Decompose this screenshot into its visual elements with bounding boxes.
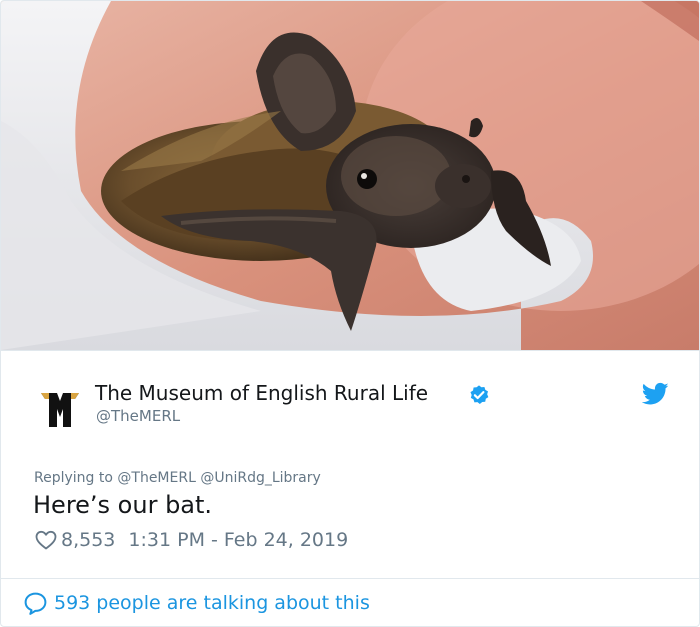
author-handle[interactable]: @TheMERL <box>96 405 180 427</box>
photo-divider <box>1 350 699 351</box>
timestamp[interactable]: 1:31 PM - Feb 24, 2019 <box>128 529 348 551</box>
like-count[interactable]: 8,553 <box>61 529 115 551</box>
tweet-card: The Museum of English Rural Life @TheMER… <box>0 0 700 627</box>
twitter-bird-icon[interactable] <box>642 382 669 406</box>
bat-photo <box>1 1 699 350</box>
talking-about-link[interactable]: 593 people are talking about this <box>23 589 370 617</box>
tweet-photo[interactable] <box>1 1 699 350</box>
replying-prefix: Replying to <box>34 470 118 486</box>
mention-unirdg-library[interactable]: @UniRdg_Library <box>200 470 320 486</box>
talking-about-text[interactable]: 593 people are talking about this <box>54 592 370 614</box>
tweet-meta: 8,553 1:31 PM - Feb 24, 2019 <box>34 527 348 553</box>
heart-icon[interactable] <box>34 528 58 552</box>
verified-badge-icon <box>470 385 489 404</box>
tweet-text: Here’s our bat. <box>33 491 213 519</box>
merl-logo[interactable] <box>37 387 83 431</box>
mention-themerl[interactable]: @TheMERL <box>117 470 196 486</box>
speech-bubble-icon <box>24 592 47 615</box>
author-name[interactable]: The Museum of English Rural Life <box>95 379 428 407</box>
replying-to: Replying to @TheMERL @UniRdg_Library <box>34 468 321 488</box>
footer-divider <box>1 578 699 579</box>
